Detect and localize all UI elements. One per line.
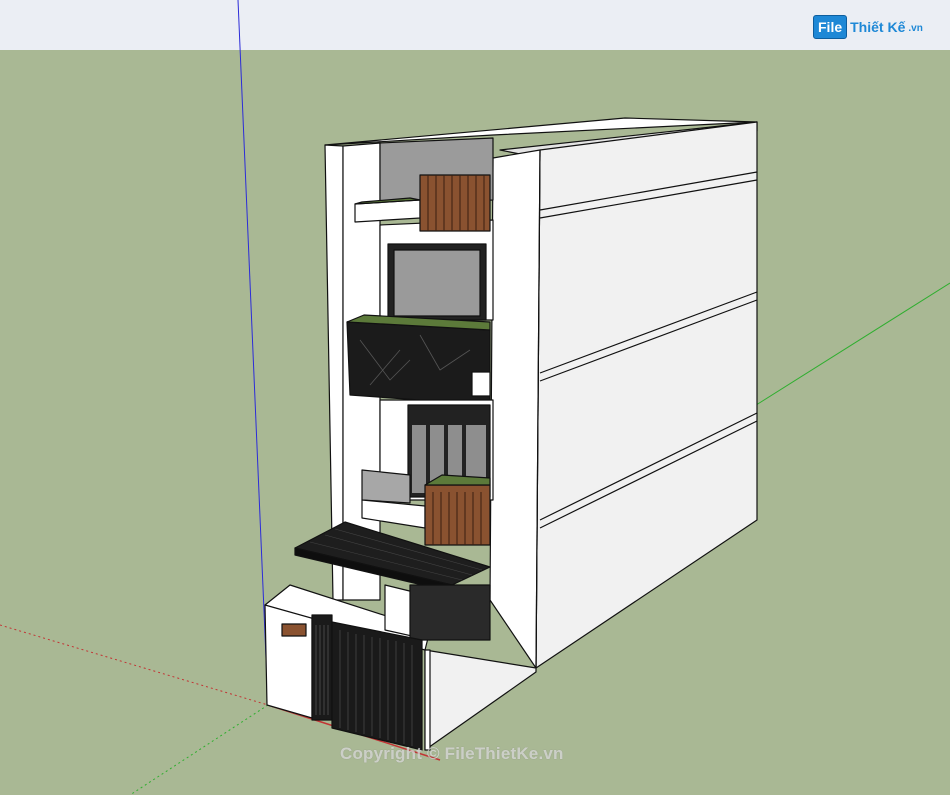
ground-glass-door — [409, 584, 491, 641]
pedestrian-gate — [311, 614, 333, 721]
marble-box — [346, 321, 491, 406]
logo-text: Thiết Kế — [850, 19, 906, 35]
ground-wall-right — [424, 649, 431, 751]
house-number-plate — [281, 623, 307, 637]
marble-box-notch — [471, 371, 491, 397]
main-gate — [331, 621, 423, 751]
sky — [0, 0, 950, 50]
sketchup-viewport[interactable]: File Thiết Kế .vn Copyright © FileThietK… — [0, 0, 950, 795]
roof-wood-cladding — [419, 174, 491, 232]
filethietke-logo-icon: File Thiết Kế .vn — [813, 12, 923, 42]
ground-front-wall-left — [264, 604, 313, 719]
copyright-watermark: Copyright © FileThietKe.vn — [340, 744, 564, 763]
window-floor3-glass — [393, 249, 481, 317]
balcony-glass — [361, 469, 411, 504]
front-right-pillar — [489, 149, 541, 669]
3d-model-scene[interactable] — [0, 0, 950, 795]
logo-tld: .vn — [908, 23, 923, 34]
logo-badge: File — [813, 15, 848, 39]
